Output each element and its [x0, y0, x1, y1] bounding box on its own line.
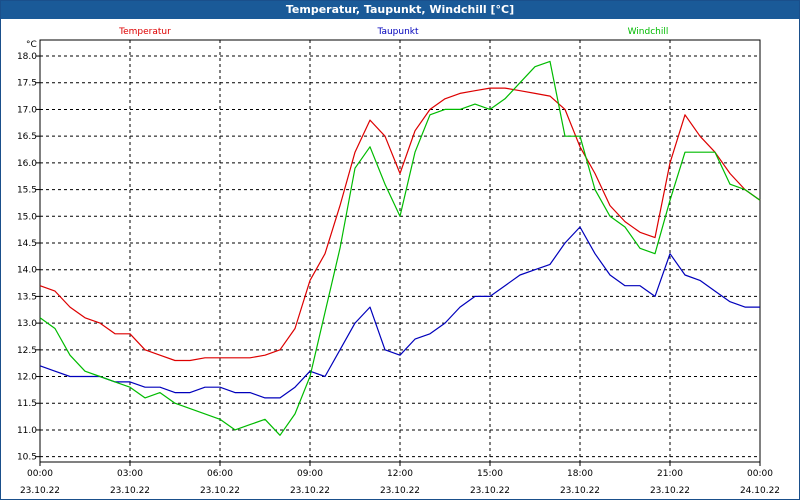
x-tick-time: 06:00	[207, 469, 233, 479]
x-tick-time: 18:00	[567, 469, 593, 479]
y-tick-label: 15.5	[17, 186, 37, 196]
legend: Temperatur Taupunkt Windchill	[118, 27, 668, 37]
chart-svg: 10.5 11.0 11.5 12.0 12.5 13.0 13.5 14.0 14.5 15.0…	[17, 27, 780, 496]
y-tick-label: 10.5	[17, 453, 37, 463]
y-tick-label: 12.0	[17, 373, 37, 383]
x-tick-date: 23.10.22	[110, 486, 150, 496]
x-tick-time: 09:00	[297, 469, 323, 479]
x-tick-date: 23.10.22	[560, 486, 600, 496]
legend-windchill: Windchill	[628, 27, 669, 37]
x-tick-time: 12:00	[387, 469, 413, 479]
y-tick-label: 14.5	[17, 239, 37, 249]
x-tick-date: 23.10.22	[650, 486, 690, 496]
x-tick-date: 23.10.22	[20, 486, 60, 496]
y-tick-label: 13.5	[17, 292, 37, 302]
y-tick-label: 18.0	[17, 52, 37, 62]
y-tick-label: 13.0	[17, 319, 37, 329]
y-tick-label: 16.0	[17, 159, 37, 169]
y-tick-label: 15.0	[17, 212, 37, 222]
y-axis-unit: °C	[26, 40, 37, 50]
y-tick-label: 14.0	[17, 266, 37, 276]
y-tick-label: 17.0	[17, 105, 37, 115]
y-tick-label: 11.5	[17, 399, 37, 409]
series-line-windchill	[39, 60, 761, 436]
x-tick-date: 23.10.22	[470, 486, 510, 496]
x-tick-time: 00:00	[747, 469, 773, 479]
series-line-temperatur	[39, 87, 761, 362]
x-tick-date: 24.10.22	[740, 486, 780, 496]
x-tick-time: 03:00	[117, 469, 143, 479]
x-tick-time: 15:00	[477, 469, 503, 479]
y-tick-label: 12.5	[17, 346, 37, 356]
legend-taupunkt: Taupunkt	[376, 27, 419, 37]
y-tick-label: 16.5	[17, 132, 37, 142]
x-tick-time: 00:00	[27, 469, 53, 479]
x-tick-date: 23.10.22	[380, 486, 420, 496]
y-tick-label: 11.0	[17, 426, 37, 436]
series-lines	[39, 60, 761, 436]
grid	[40, 40, 760, 462]
x-tick-date: 23.10.22	[200, 486, 240, 496]
x-tick-date: 23.10.22	[290, 486, 330, 496]
legend-temperatur: Temperatur	[118, 27, 171, 37]
y-tick-label: 17.5	[17, 79, 37, 89]
x-tick-time: 21:00	[657, 469, 683, 479]
